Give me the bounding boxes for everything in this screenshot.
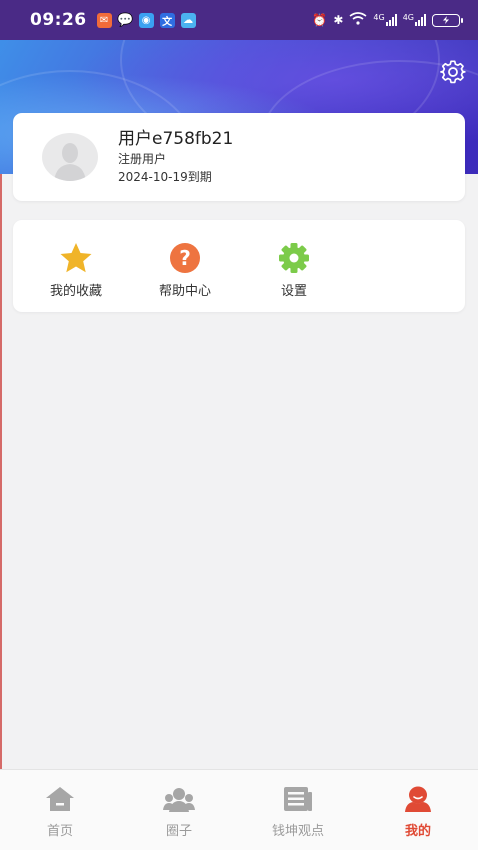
nav-mine-label: 我的 bbox=[404, 824, 431, 839]
network-type-1: 4G bbox=[373, 13, 385, 22]
signal-bars-icon bbox=[415, 14, 426, 26]
help-center-label: 帮助中心 bbox=[158, 284, 211, 299]
gear-icon bbox=[276, 242, 312, 274]
nav-viewpoints-label: 钱坤观点 bbox=[271, 824, 324, 839]
status-right: ⏰ ✱ 4G 4G bbox=[312, 12, 463, 28]
signal-2: 4G bbox=[403, 14, 426, 26]
bottom-nav: 首页 圈子 钱坤观点 我的 bbox=[0, 769, 478, 850]
battery-icon bbox=[432, 13, 463, 27]
photos-app-icon: ◉ bbox=[138, 12, 154, 28]
nav-home[interactable]: 首页 bbox=[10, 784, 110, 839]
question-icon: ? bbox=[167, 242, 203, 274]
nav-viewpoints[interactable]: 钱坤观点 bbox=[248, 784, 348, 839]
weather-app-icon: ☁ bbox=[180, 12, 196, 28]
favorites-label: 我的收藏 bbox=[49, 284, 102, 299]
signal-bars-icon bbox=[385, 14, 397, 26]
alarm-icon: ⏰ bbox=[312, 13, 328, 27]
membership-expiry: 2024-10-19到期 bbox=[118, 170, 212, 184]
status-time: 09:26 bbox=[30, 10, 87, 30]
avatar[interactable] bbox=[42, 133, 98, 181]
bluetooth-icon: ✱ bbox=[333, 13, 344, 27]
nav-mine[interactable]: 我的 bbox=[368, 784, 468, 839]
function-card: 我的收藏 ? 帮助中心 设置 bbox=[13, 220, 465, 312]
settings-gear-button[interactable] bbox=[438, 57, 468, 87]
settings-label: 设置 bbox=[280, 284, 307, 299]
wifi-icon bbox=[349, 12, 367, 28]
news-icon bbox=[282, 784, 314, 814]
svg-text:?: ? bbox=[179, 246, 191, 270]
left-edge-line bbox=[0, 174, 2, 850]
wechat-icon: 💬 bbox=[117, 12, 134, 28]
profile-info: 用户e758fb21 注册用户 2024-10-19到期 bbox=[118, 128, 233, 186]
signal-1: 4G bbox=[373, 13, 397, 26]
network-type-2: 4G bbox=[402, 13, 414, 22]
community-icon bbox=[163, 784, 195, 814]
gear-icon bbox=[440, 60, 466, 84]
favorites-item[interactable]: 我的收藏 bbox=[31, 242, 121, 299]
translate-app-icon: 文 bbox=[159, 12, 175, 28]
nav-home-label: 首页 bbox=[46, 824, 73, 839]
status-bar: 09:26 ✉ 💬 ◉ 文 ☁ ⏰ ✱ 4G 4G bbox=[0, 0, 478, 40]
default-avatar-icon bbox=[54, 143, 86, 181]
user-role: 注册用户 bbox=[118, 152, 167, 166]
username: 用户e758fb21 bbox=[118, 129, 234, 149]
home-icon bbox=[45, 784, 75, 814]
settings-item[interactable]: 设置 bbox=[249, 242, 339, 299]
status-left: 09:26 ✉ 💬 ◉ 文 ☁ bbox=[30, 10, 196, 30]
profile-card[interactable]: 用户e758fb21 注册用户 2024-10-19到期 bbox=[13, 113, 465, 201]
nav-community[interactable]: 圈子 bbox=[129, 784, 229, 839]
nav-community-label: 圈子 bbox=[165, 824, 192, 839]
help-center-item[interactable]: ? 帮助中心 bbox=[140, 242, 230, 299]
user-icon bbox=[403, 784, 433, 814]
mail-app-icon: ✉ bbox=[96, 12, 112, 28]
star-icon bbox=[58, 242, 94, 274]
